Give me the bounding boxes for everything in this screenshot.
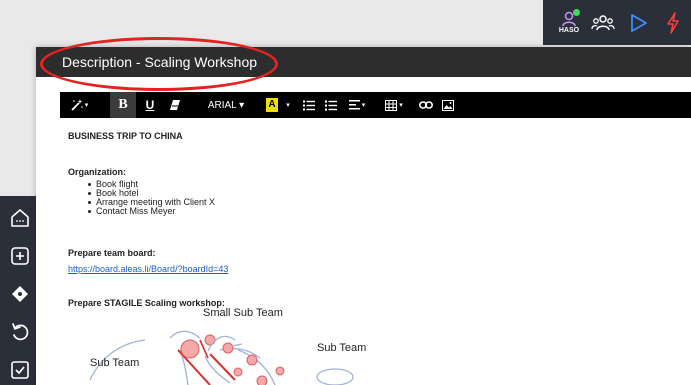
- numbered-list-icon: [325, 100, 337, 111]
- table-icon: [385, 99, 398, 111]
- undo-icon: [12, 323, 29, 341]
- bullet-list-button[interactable]: [300, 92, 318, 118]
- bold-button[interactable]: B: [110, 92, 136, 118]
- play-icon: [631, 14, 647, 32]
- undo-button[interactable]: [6, 318, 34, 346]
- image-button[interactable]: [438, 92, 458, 118]
- link-icon: [419, 101, 433, 109]
- dialog-title: Description - Scaling Workshop: [36, 47, 691, 77]
- flash-icon: [667, 12, 679, 34]
- description-dialog: Description - Scaling Workshop ▾ B U ARI…: [36, 47, 691, 385]
- bullet-list-icon: [303, 100, 315, 110]
- team-button[interactable]: [587, 6, 619, 40]
- align-caret: ▾: [361, 102, 366, 109]
- diamond-icon: [12, 286, 28, 302]
- font-select[interactable]: ARIAL ▾: [200, 92, 252, 118]
- magic-wand-icon: [71, 99, 83, 111]
- diamond-button[interactable]: [6, 280, 34, 308]
- add-button[interactable]: [6, 242, 34, 270]
- top-toolbar: HASO: [543, 0, 691, 45]
- image-icon: [442, 99, 454, 111]
- checkbox-button[interactable]: [6, 356, 34, 384]
- numbered-list-button[interactable]: [322, 92, 340, 118]
- left-sidebar: [0, 196, 40, 385]
- editor-content[interactable]: BUSINESS TRIP TO CHINA Organization: Boo…: [60, 118, 691, 385]
- small-sub-team-label: Small Sub Team: [203, 307, 283, 319]
- flash-button[interactable]: [657, 6, 689, 40]
- home-icon: [11, 209, 29, 227]
- align-left-icon: [348, 100, 360, 110]
- magic-wand-button[interactable]: ▾: [64, 92, 94, 118]
- add-icon: [11, 247, 29, 265]
- table-button[interactable]: ▾: [380, 92, 408, 118]
- magic-caret: ▾: [84, 102, 89, 109]
- color-caret[interactable]: ▾: [282, 92, 294, 118]
- sub-team-left-label: Sub Team: [90, 357, 140, 369]
- highlight-button[interactable]: A: [264, 92, 280, 118]
- highlight-icon: A: [266, 98, 278, 112]
- user-initials: HASO: [558, 27, 580, 34]
- align-button[interactable]: ▾: [344, 92, 370, 118]
- play-button[interactable]: [623, 6, 655, 40]
- underline-button[interactable]: U: [140, 92, 160, 118]
- user-button[interactable]: HASO: [553, 6, 585, 40]
- table-caret: ▾: [399, 102, 403, 109]
- eraser-icon: [170, 100, 180, 110]
- link-button[interactable]: [416, 92, 436, 118]
- checkbox-icon: [11, 361, 29, 379]
- home-button[interactable]: [6, 204, 34, 232]
- eraser-button[interactable]: [164, 92, 186, 118]
- team-icon: [591, 15, 615, 31]
- online-status-dot: [573, 9, 580, 16]
- sub-team-label: Sub Team: [317, 342, 367, 354]
- scaling-sketch-image: [89, 330, 354, 385]
- editor-toolbar: ▾ B U ARIAL ▾ A ▾ ▾ ▾: [60, 92, 691, 118]
